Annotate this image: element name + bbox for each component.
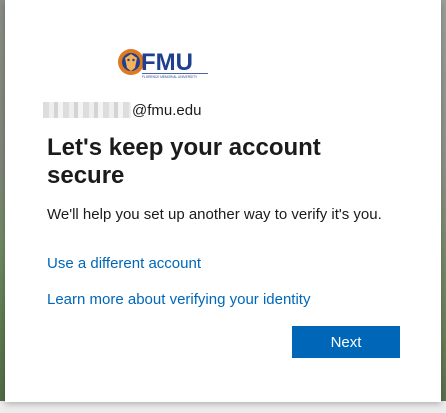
background-bottom-bar [0,401,446,413]
lion-logo-icon: FMU FLORENCE MEMORIAL UNIVERSITY [118,49,208,79]
fmu-logo: FMU FLORENCE MEMORIAL UNIVERSITY [115,44,211,82]
description-text: We'll help you set up another way to ver… [47,206,382,223]
sign-in-card: FMU FLORENCE MEMORIAL UNIVERSITY @fmu.ed… [5,0,441,402]
account-identity: @fmu.edu [43,100,201,120]
redacted-username [43,102,131,118]
next-button[interactable]: Next [292,326,400,358]
svg-text:FMU: FMU [141,49,193,76]
svg-text:FLORENCE MEMORIAL UNIVERSITY: FLORENCE MEMORIAL UNIVERSITY [142,75,198,79]
page-title: Let's keep your account secure [47,134,321,189]
use-different-account-link[interactable]: Use a different account [47,255,201,272]
learn-more-link[interactable]: Learn more about verifying your identity [47,291,310,308]
email-suffix: @fmu.edu [132,101,202,119]
